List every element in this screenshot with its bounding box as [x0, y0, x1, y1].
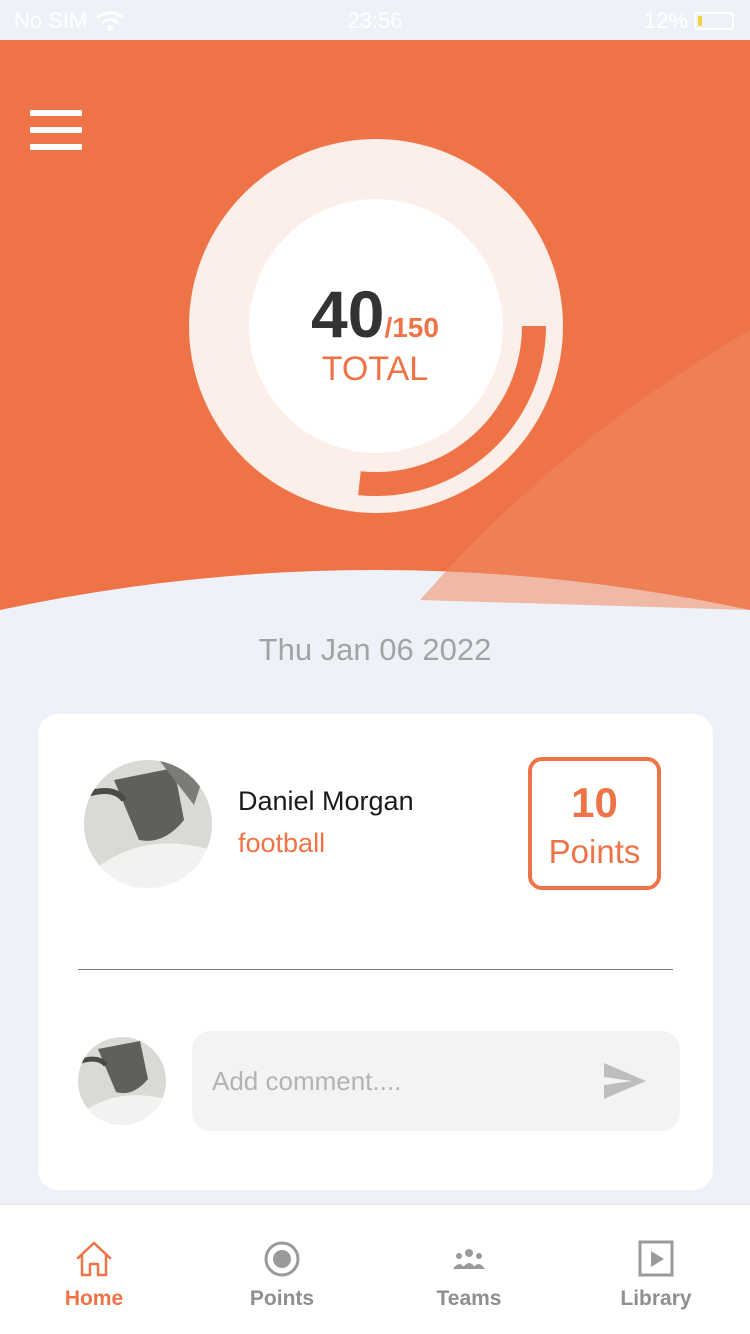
battery-icon — [694, 12, 734, 30]
battery-percent: 12% — [643, 8, 688, 33]
bottom-tab-bar: Home Points Teams Library — [0, 1204, 750, 1334]
feed-date: Thu Jan 06 2022 — [258, 632, 492, 667]
battery-indicator: 12% — [644, 8, 734, 34]
home-icon — [76, 1241, 112, 1277]
activity-card: Daniel Morgan football 10 Points — [38, 714, 713, 1190]
divider — [78, 969, 673, 970]
user-name[interactable]: Daniel Morgan — [238, 786, 414, 817]
score-display: 40/150 TOTAL — [248, 200, 502, 454]
play-square-icon — [638, 1240, 674, 1277]
commenter-photo — [78, 1037, 166, 1125]
clock: 23:56 — [347, 8, 403, 33]
tab-home[interactable]: Home — [14, 1205, 174, 1334]
points-value: 10 — [571, 779, 618, 826]
send-icon — [604, 1063, 646, 1099]
commenter-avatar — [78, 1037, 166, 1125]
tab-library[interactable]: Library — [576, 1205, 736, 1334]
tab-library-label: Library — [620, 1287, 692, 1310]
tab-teams-label: Teams — [436, 1287, 502, 1310]
tab-teams[interactable]: Teams — [389, 1205, 549, 1334]
score-value: 40 — [311, 277, 385, 351]
hamburger-menu-icon — [30, 110, 82, 116]
score-label: TOTAL — [321, 350, 429, 388]
activity-sport: football — [238, 828, 326, 858]
menu-button[interactable] — [30, 110, 82, 150]
score-header: 40/150 TOTAL — [0, 40, 750, 620]
score-max: /150 — [384, 312, 439, 343]
send-button[interactable] — [602, 1061, 648, 1101]
teams-icon — [453, 1249, 485, 1269]
tab-points[interactable]: Points — [202, 1205, 362, 1334]
tab-points-label: Points — [249, 1287, 315, 1310]
target-icon — [264, 1241, 300, 1277]
avatar-photo — [84, 760, 212, 888]
avatar[interactable] — [84, 760, 212, 888]
comment-composer — [192, 1031, 680, 1131]
tab-home-label: Home — [64, 1287, 124, 1310]
comment-input[interactable] — [212, 1061, 582, 1101]
status-bar: No SIM 23:56 12% — [0, 0, 750, 40]
points-label: Points — [548, 833, 641, 870]
points-badge: 10 Points — [528, 757, 661, 890]
